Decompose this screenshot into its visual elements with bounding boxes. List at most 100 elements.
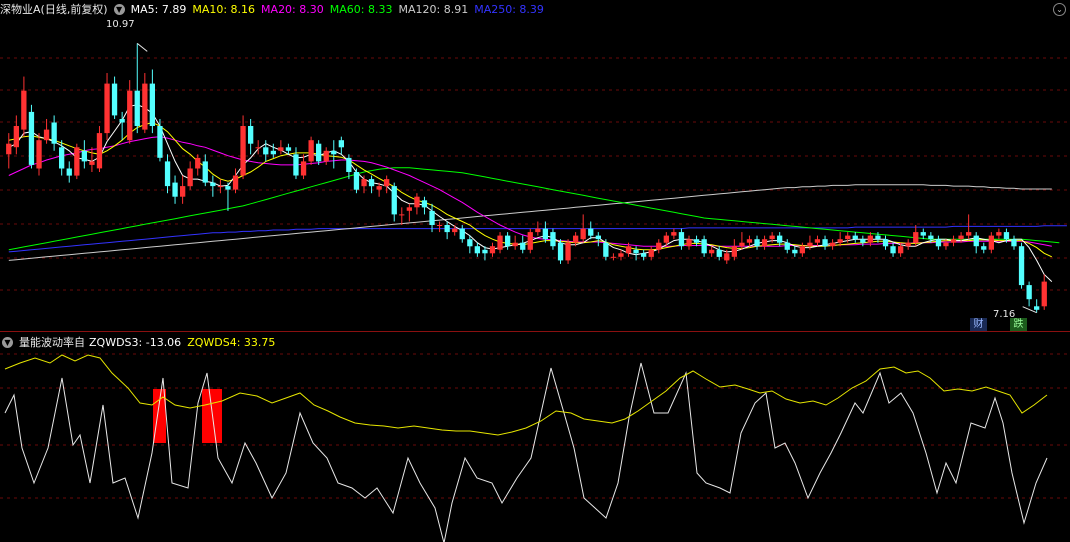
candle[interactable]	[353, 168, 360, 194]
candle[interactable]	[338, 136, 344, 155]
candle[interactable]	[96, 126, 103, 172]
candle[interactable]	[935, 235, 942, 250]
candle[interactable]	[1034, 299, 1040, 313]
candle[interactable]	[1018, 242, 1025, 289]
candle[interactable]	[21, 76, 27, 137]
candle[interactable]	[429, 203, 435, 233]
candle[interactable]	[837, 232, 843, 247]
candle[interactable]	[361, 175, 367, 194]
candle[interactable]	[610, 253, 617, 261]
candle[interactable]	[671, 228, 677, 240]
indicator-chart[interactable]	[0, 333, 1070, 542]
candle[interactable]	[300, 154, 307, 180]
candle[interactable]	[43, 118, 50, 144]
candle[interactable]	[278, 140, 284, 155]
candle[interactable]	[384, 175, 390, 194]
candle[interactable]	[240, 115, 246, 180]
candle[interactable]	[527, 228, 533, 254]
candle[interactable]	[746, 235, 753, 247]
candle[interactable]	[459, 225, 465, 243]
price-chart[interactable]	[0, 0, 1070, 330]
candle[interactable]	[512, 235, 518, 250]
candle[interactable]	[308, 136, 314, 165]
candle[interactable]	[452, 225, 458, 236]
candle[interactable]	[988, 232, 994, 254]
candle[interactable]	[739, 232, 745, 250]
candle[interactable]	[467, 235, 473, 254]
candle[interactable]	[248, 118, 254, 155]
candle[interactable]	[414, 193, 420, 215]
candle[interactable]	[36, 133, 42, 176]
candle[interactable]	[316, 140, 322, 165]
candle[interactable]	[323, 147, 329, 165]
candle[interactable]	[489, 242, 496, 257]
candle[interactable]	[641, 249, 647, 261]
candle[interactable]	[973, 232, 979, 254]
candle[interactable]	[852, 232, 858, 243]
candle[interactable]	[391, 182, 397, 222]
candle[interactable]	[74, 143, 80, 180]
candle[interactable]	[421, 196, 428, 215]
candle[interactable]	[399, 207, 405, 226]
candle[interactable]	[368, 175, 375, 194]
candle[interactable]	[557, 239, 564, 264]
candle[interactable]	[1026, 281, 1032, 307]
finance-event-tag[interactable]: 财	[970, 318, 987, 332]
candle[interactable]	[59, 140, 65, 176]
candle[interactable]	[89, 147, 95, 172]
candle[interactable]	[497, 232, 503, 254]
candle[interactable]	[792, 246, 798, 257]
candle[interactable]	[111, 76, 118, 119]
candle[interactable]	[550, 228, 556, 250]
candle[interactable]	[520, 235, 526, 254]
candle[interactable]	[142, 73, 148, 134]
candle[interactable]	[678, 228, 685, 250]
candle[interactable]	[754, 235, 760, 250]
candle[interactable]	[1041, 274, 1047, 310]
candle[interactable]	[905, 239, 911, 250]
candle[interactable]	[406, 203, 412, 222]
candle[interactable]	[13, 115, 19, 155]
candle[interactable]	[202, 154, 208, 187]
candle[interactable]	[882, 235, 889, 250]
candle[interactable]	[814, 235, 821, 247]
candle[interactable]	[436, 221, 443, 233]
candle[interactable]	[701, 235, 707, 257]
candle[interactable]	[149, 69, 155, 134]
candle[interactable]	[187, 161, 193, 190]
candle[interactable]	[6, 133, 12, 169]
candle[interactable]	[474, 242, 480, 257]
candle[interactable]	[709, 246, 715, 257]
candle[interactable]	[656, 239, 662, 254]
candle[interactable]	[565, 239, 571, 264]
candle[interactable]	[686, 235, 692, 250]
candle[interactable]	[195, 154, 201, 176]
candle[interactable]	[958, 232, 964, 243]
candle[interactable]	[920, 228, 926, 240]
candle[interactable]	[164, 154, 171, 194]
candle[interactable]	[331, 140, 337, 169]
candle[interactable]	[225, 182, 231, 211]
candle[interactable]	[693, 235, 700, 247]
candle[interactable]	[180, 175, 186, 204]
candle[interactable]	[134, 43, 140, 134]
candle[interactable]	[761, 235, 768, 250]
candle[interactable]	[293, 147, 299, 180]
candle[interactable]	[799, 242, 805, 257]
candle[interactable]	[66, 161, 72, 183]
candle[interactable]	[104, 73, 110, 141]
candle[interactable]	[28, 104, 35, 169]
candle[interactable]	[172, 175, 178, 204]
candle[interactable]	[950, 235, 957, 247]
candle[interactable]	[51, 115, 57, 151]
candle[interactable]	[981, 242, 987, 254]
candle[interactable]	[210, 175, 216, 197]
candle[interactable]	[1011, 235, 1017, 250]
candle[interactable]	[731, 239, 737, 261]
candle[interactable]	[217, 179, 224, 194]
candle[interactable]	[822, 235, 828, 250]
candle[interactable]	[263, 140, 269, 162]
candle[interactable]	[618, 249, 624, 261]
limit-down-tag[interactable]: 跌	[1010, 318, 1027, 332]
candle[interactable]	[505, 232, 511, 250]
